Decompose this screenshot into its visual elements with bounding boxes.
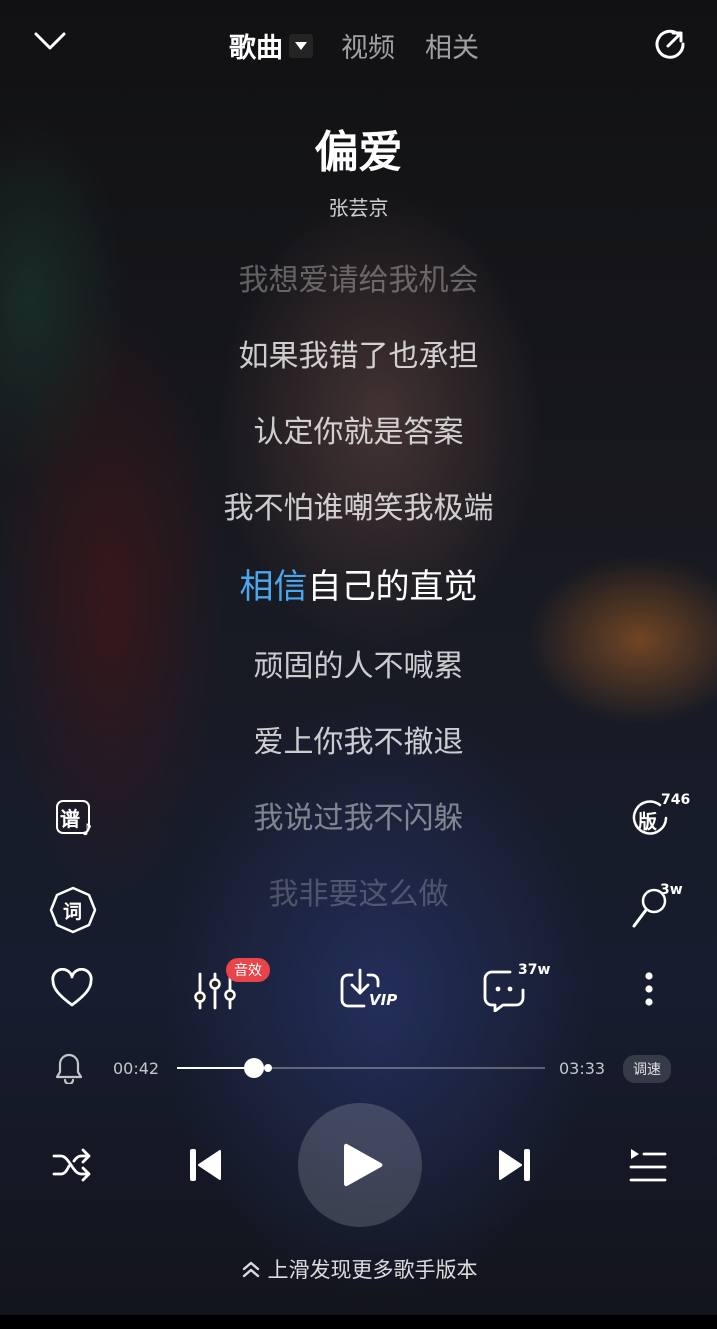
playlist-button[interactable] xyxy=(628,1146,668,1184)
more-button[interactable] xyxy=(640,970,658,1010)
sheet-music-button[interactable]: 谱 ♪ xyxy=(50,794,98,842)
sheet-music-icon: 谱 ♪ xyxy=(54,798,94,839)
download-button[interactable]: VIP xyxy=(338,966,402,1014)
artist-name[interactable]: 张芸京 xyxy=(0,192,717,221)
versions-count: 746 xyxy=(661,792,691,808)
shuffle-icon xyxy=(52,1148,91,1182)
lyric-line[interactable]: 我想爱请给我机会 xyxy=(0,255,717,299)
share-icon xyxy=(655,29,685,59)
tab-related[interactable]: 相关 xyxy=(425,26,479,65)
lyric-line[interactable]: 爱上你我不撤退 xyxy=(0,717,717,761)
lyric-line[interactable]: 我说过我不闪躲 xyxy=(0,793,717,837)
like-button[interactable] xyxy=(50,968,94,1008)
playback-speed-button[interactable]: 调速 xyxy=(623,1055,671,1083)
lyric-line[interactable]: 认定你就是答案 xyxy=(0,407,717,451)
sing-along-count: 3w xyxy=(660,882,683,898)
lyric-line[interactable]: 如果我错了也承担 xyxy=(0,331,717,375)
double-chevron-up-icon xyxy=(242,1261,259,1278)
current-lyric-line[interactable]: 相信自己的直觉 xyxy=(0,559,717,608)
more-vertical-icon xyxy=(645,972,653,1006)
total-time: 03:33 xyxy=(559,1059,606,1078)
versions-button[interactable]: 版 746 xyxy=(628,792,692,840)
comments-button[interactable]: 37w xyxy=(482,960,554,1014)
buffer-dot xyxy=(264,1064,272,1072)
lyric-poster-label: 词 xyxy=(63,901,83,923)
shuffle-button[interactable] xyxy=(51,1146,93,1184)
tab-songs[interactable]: 歌曲 xyxy=(229,26,313,65)
lyric-poster-button[interactable]: 词 xyxy=(48,885,97,935)
tab-songs-label: 歌曲 xyxy=(229,33,283,64)
tab-videos[interactable]: 视频 xyxy=(341,26,395,65)
collapse-button[interactable] xyxy=(33,27,67,55)
lyric-line[interactable]: 我非要这么做 xyxy=(0,869,717,913)
share-button[interactable] xyxy=(651,25,689,63)
sing-along-button[interactable]: 3w xyxy=(630,880,690,932)
sleep-timer-button[interactable] xyxy=(55,1052,83,1084)
lyric-line[interactable]: 顽固的人不喊累 xyxy=(0,641,717,685)
progress-knob[interactable] xyxy=(244,1058,264,1078)
comment-count: 37w xyxy=(518,962,551,978)
lyric-poster-icon: 词 xyxy=(48,885,97,935)
vip-label: VIP xyxy=(369,991,398,1009)
skip-previous-icon xyxy=(190,1149,221,1181)
bell-icon xyxy=(55,1053,83,1084)
sound-effect-button[interactable]: 音效 xyxy=(192,958,282,1014)
play-icon xyxy=(344,1143,383,1187)
caret-down-icon[interactable] xyxy=(289,33,313,58)
next-track-button[interactable] xyxy=(497,1146,533,1184)
swipe-up-hint-label: 上滑发现更多歌手版本 xyxy=(267,1258,478,1282)
song-title: 偏爱 xyxy=(314,127,403,178)
sung-portion: 相信 xyxy=(239,567,308,607)
progress-slider[interactable] xyxy=(177,1052,545,1084)
versions-label: 版 xyxy=(638,811,658,833)
heart-icon xyxy=(51,968,93,1007)
swipe-up-hint[interactable]: 上滑发现更多歌手版本 xyxy=(0,1254,717,1285)
sheet-music-label: 谱 xyxy=(60,807,80,831)
sound-effect-badge: 音效 xyxy=(226,958,270,982)
player-screen: 歌曲 视频 相关 偏爱 张芸京 我想爱请给我机会 如果我错了也承担 认定你就是答… xyxy=(0,0,717,1315)
skip-next-icon xyxy=(499,1149,530,1181)
elapsed-time: 00:42 xyxy=(113,1059,160,1078)
playlist-icon xyxy=(629,1149,667,1182)
unsung-portion: 自己的直觉 xyxy=(307,567,478,607)
previous-track-button[interactable] xyxy=(187,1146,223,1184)
progress-fill xyxy=(177,1067,254,1069)
play-button[interactable] xyxy=(298,1103,422,1227)
chevron-down-icon xyxy=(34,32,66,50)
lyric-line[interactable]: 我不怕谁嘲笑我极端 xyxy=(0,483,717,527)
